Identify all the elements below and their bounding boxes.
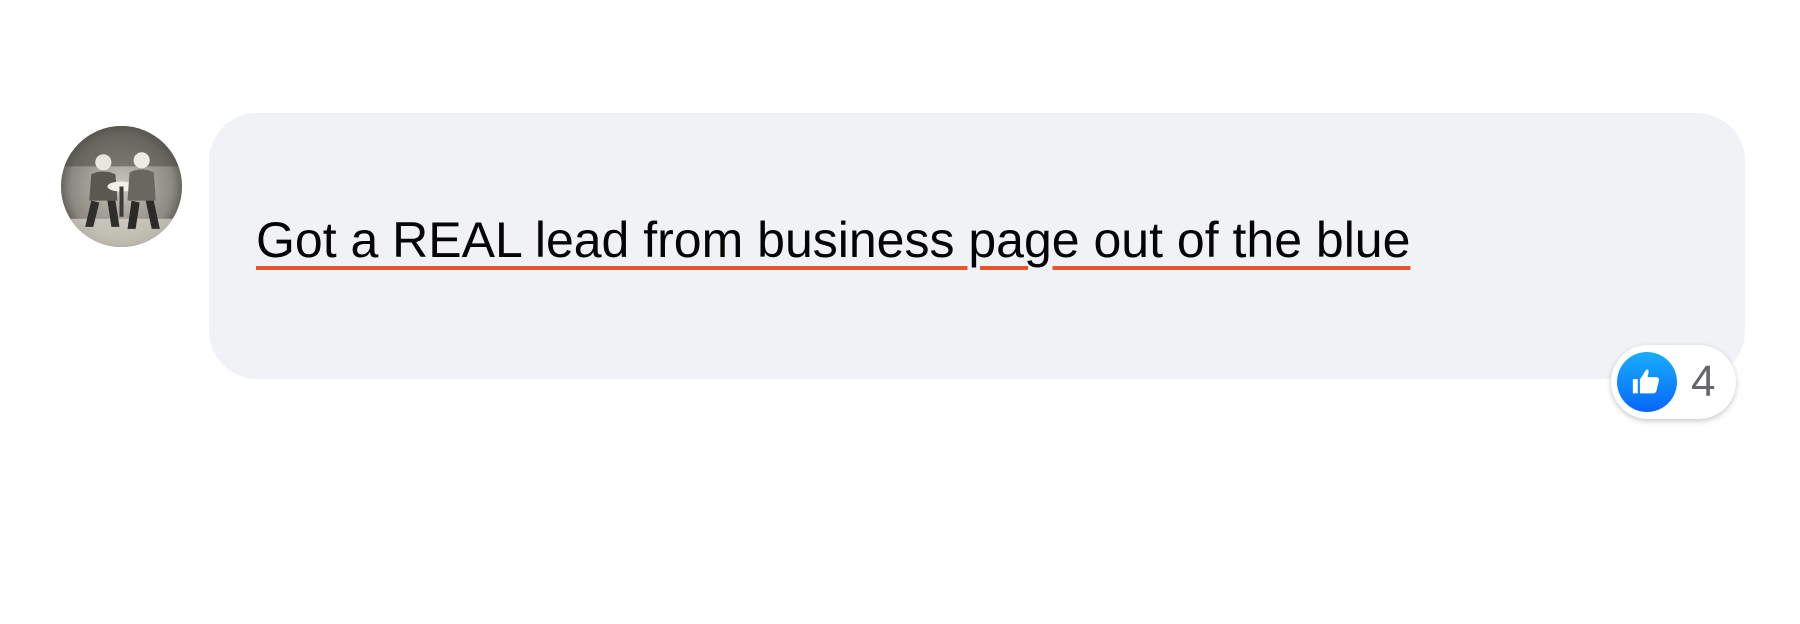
avatar[interactable] [61,126,182,247]
reaction-summary[interactable]: 4 [1611,345,1736,419]
comment-bubble: Got a REAL lead from business page out o… [209,113,1745,379]
thumbs-up-icon [1617,352,1677,412]
comment-text: Got a REAL lead from business page out o… [256,212,1411,268]
reaction-count: 4 [1691,357,1716,406]
profile-photo-icon [61,126,182,247]
